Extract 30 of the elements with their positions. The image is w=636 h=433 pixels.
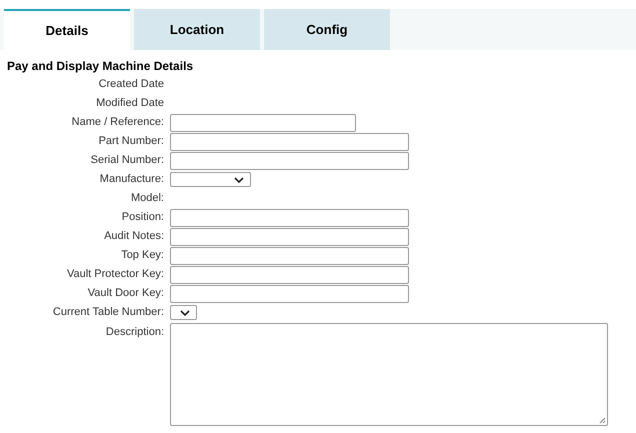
field-label: Description: xyxy=(104,325,164,340)
text-field[interactable] xyxy=(170,246,409,264)
text-field[interactable] xyxy=(170,132,409,150)
field-label: Audit Notes: xyxy=(103,229,164,244)
field-label: Top Key: xyxy=(120,248,164,264)
field-label: Position: xyxy=(120,210,164,226)
dropdown[interactable] xyxy=(170,305,197,320)
text-field[interactable] xyxy=(170,284,409,302)
field-label: Vault Protector Key: xyxy=(66,267,164,282)
field-label: Part Number: xyxy=(98,134,164,150)
section-title: Pay and Display Machine Details xyxy=(6,59,194,73)
chevron-down-icon xyxy=(234,176,244,182)
field-label: Name / Reference: xyxy=(70,115,164,130)
field-label: Current Table Number: xyxy=(52,305,164,320)
text-field[interactable] xyxy=(170,208,409,226)
text-field[interactable] xyxy=(170,228,409,246)
chevron-down-icon xyxy=(180,310,190,316)
field-label: Created Date xyxy=(98,77,164,92)
field-label: Serial Number: xyxy=(90,153,164,168)
tab[interactable]: Details xyxy=(4,9,130,50)
text-field[interactable] xyxy=(170,152,409,170)
text-field[interactable] xyxy=(170,266,409,284)
resize-grip-icon xyxy=(599,417,606,424)
field-label: Vault Door Key: xyxy=(86,286,164,302)
field-label: Model: xyxy=(130,191,164,206)
tab[interactable]: Config xyxy=(264,9,390,50)
field-label: Modified Date xyxy=(95,96,164,112)
tab[interactable]: Location xyxy=(134,9,260,50)
field-label: Manufacture: xyxy=(98,172,164,188)
text-field[interactable] xyxy=(170,114,356,132)
